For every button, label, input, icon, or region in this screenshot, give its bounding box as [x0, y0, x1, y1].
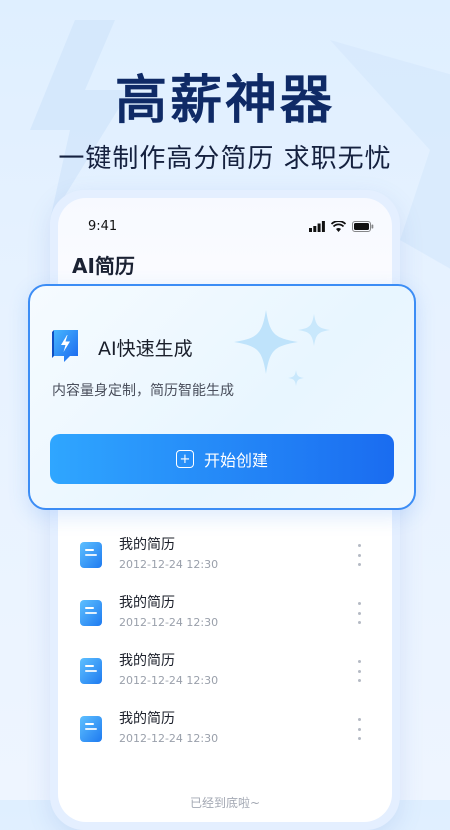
- status-icons: [309, 220, 374, 232]
- resume-time: 2012-12-24 12:30: [119, 616, 219, 629]
- status-bar: 9:41: [88, 218, 374, 234]
- document-icon: [80, 542, 102, 568]
- more-icon[interactable]: [354, 602, 364, 624]
- resume-list: 我的简历 2012-12-24 12:30 我的简历 2012-12-24 12…: [66, 528, 384, 760]
- resume-time: 2012-12-24 12:30: [119, 732, 219, 745]
- wifi-icon: [331, 220, 346, 232]
- resume-title: 我的简历: [119, 595, 175, 611]
- more-icon[interactable]: [354, 718, 364, 740]
- list-item[interactable]: 我的简历 2012-12-24 12:30: [66, 644, 384, 702]
- resume-title: 我的简历: [119, 537, 175, 553]
- document-icon: [80, 716, 102, 742]
- more-icon[interactable]: [354, 544, 364, 566]
- feature-description: 内容量身定制，简历智能生成: [52, 383, 234, 399]
- sparkle-icon: [234, 310, 330, 386]
- resume-time: 2012-12-24 12:30: [119, 674, 219, 687]
- battery-icon: [352, 220, 374, 232]
- lightning-book-icon: [52, 330, 78, 362]
- resume-title: 我的简历: [119, 711, 175, 727]
- add-icon: +: [175, 450, 194, 468]
- list-item[interactable]: 我的简历 2012-12-24 12:30: [66, 586, 384, 644]
- start-create-label: 开始创建: [203, 451, 268, 470]
- resume-time: 2012-12-24 12:30: [119, 558, 219, 571]
- list-end-text: 已经到底啦~: [189, 796, 261, 810]
- signal-icon: [309, 220, 325, 232]
- ai-generate-card: AI快速生成 内容量身定制，简历智能生成 + 开始创建: [28, 284, 416, 510]
- status-time: 9:41: [88, 218, 118, 234]
- resume-title: 我的简历: [119, 653, 175, 669]
- list-item[interactable]: 我的简历 2012-12-24 12:30: [66, 528, 384, 586]
- hero-title: 高薪神器: [114, 71, 335, 131]
- hero-subtitle: 一键制作高分简历 求职无忧: [58, 144, 392, 174]
- start-create-button[interactable]: + 开始创建: [50, 434, 394, 484]
- more-icon[interactable]: [354, 660, 364, 682]
- document-icon: [80, 600, 102, 626]
- document-icon: [80, 658, 102, 684]
- list-item[interactable]: 我的简历 2012-12-24 12:30: [66, 702, 384, 760]
- app-title: AI简历: [72, 254, 135, 278]
- feature-title: AI快速生成: [98, 338, 193, 360]
